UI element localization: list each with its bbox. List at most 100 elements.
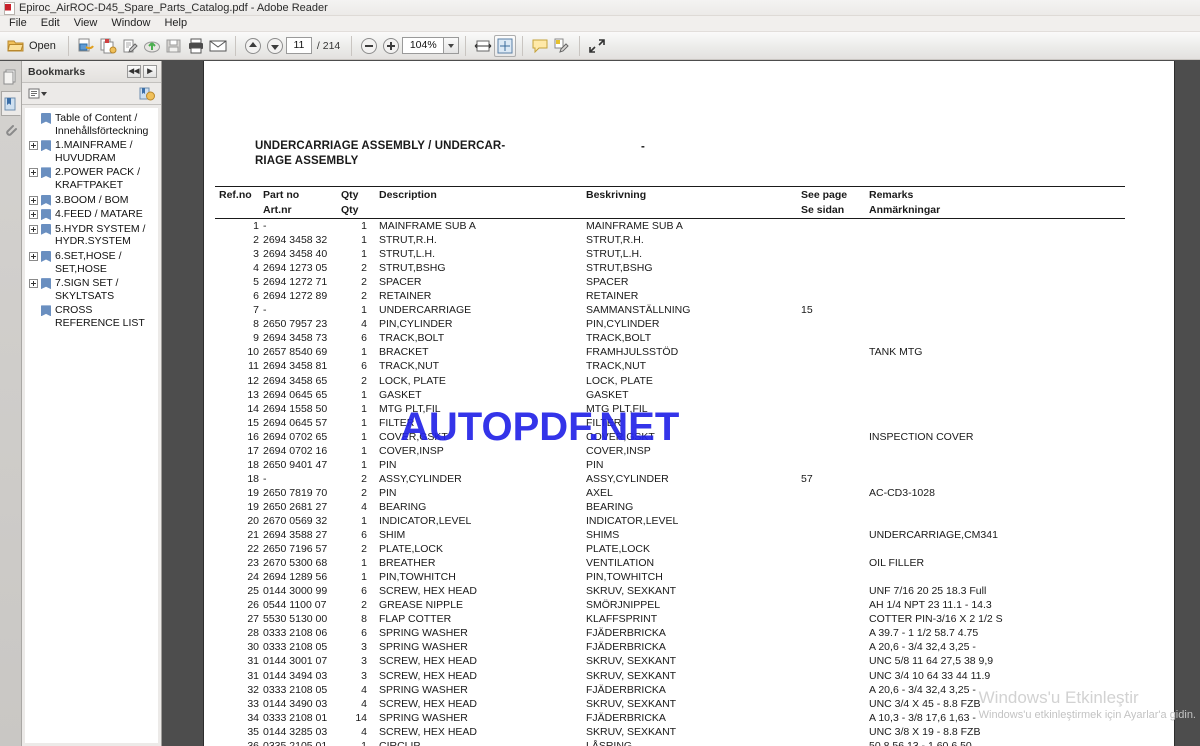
bookmark-item-feed[interactable]: 4.FEED / MATARE	[27, 207, 156, 222]
upload-cloud-button[interactable]	[141, 35, 163, 57]
bookmarks-list[interactable]: Table of Content / Innehållsförteckning …	[24, 107, 159, 744]
cell-qty: 1	[361, 458, 367, 471]
comment-tools-button[interactable]	[119, 35, 141, 57]
expand-plus-icon[interactable]	[29, 224, 38, 234]
cell-beskrivning: STRUT,BSHG	[586, 262, 653, 275]
cell-beskrivning: FRAMHJULSSTÖD	[586, 346, 679, 359]
bookmark-options-icon[interactable]	[28, 88, 48, 100]
highlight-text-button[interactable]	[551, 35, 573, 57]
cell-see-page	[801, 430, 869, 444]
cell-qty: 4	[361, 318, 367, 331]
bookmark-item-mainframe[interactable]: 1.MAINFRAME / HUVUDRAM	[27, 138, 156, 165]
print-button[interactable]	[185, 35, 207, 57]
cell-beskrivning: SMÖRJNIPPEL	[586, 599, 661, 612]
bookmark-icon	[41, 140, 51, 152]
expand-plus-icon[interactable]	[29, 168, 38, 178]
cell-see-page	[801, 289, 869, 303]
attachments-icon[interactable]	[1, 118, 21, 143]
previous-page-button[interactable]	[242, 35, 264, 57]
new-bookmark-icon[interactable]	[139, 87, 155, 101]
pdf-viewer[interactable]: UNDERCARRIAGE ASSEMBLY / UNDERCAR- RIAGE…	[162, 61, 1200, 746]
cell-beskrivning: PIN,TOWHITCH	[586, 571, 663, 584]
cell-beskrivning: FILTER	[586, 416, 622, 429]
open-file-label: Open	[29, 39, 56, 52]
create-pdf-button[interactable]	[75, 35, 97, 57]
cell-description: STRUT,R.H.	[379, 234, 437, 247]
bookmark-item-boom[interactable]: 3.BOOM / BOM	[27, 193, 156, 208]
bookmark-icon	[41, 250, 51, 262]
cell-ref-no: 10	[247, 346, 259, 359]
page-thumbnails-icon[interactable]	[1, 64, 21, 89]
cell-see-page	[801, 233, 869, 247]
navigation-pane-rail	[0, 61, 22, 746]
zoom-in-button[interactable]	[380, 35, 402, 57]
expand-plus-icon[interactable]	[29, 195, 38, 205]
table-row: 18 2650 9401 47 1 PIN PIN	[215, 458, 1125, 472]
bookmark-item-power-pack[interactable]: 2.POWER PACK / KRAFTPAKET	[27, 165, 156, 192]
cell-beskrivning: LÅSRING	[586, 739, 633, 746]
table-row: 11 2694 3458 81 6 TRACK,NUT TRACK,NUT	[215, 359, 1125, 373]
menu-edit[interactable]: Edit	[34, 16, 67, 31]
fit-page-button[interactable]	[494, 34, 517, 57]
cell-ref-no: 18	[247, 458, 259, 471]
cell-beskrivning: INDICATOR,LEVEL	[586, 514, 679, 527]
cell-ref-no: 19	[247, 500, 259, 513]
bookmark-icon	[41, 223, 51, 235]
page-number-input[interactable]: 11	[285, 37, 312, 54]
bookmark-item-cross-reference-list[interactable]: CROSS REFERENCE LIST	[27, 303, 156, 330]
read-mode-button[interactable]	[586, 35, 608, 57]
cell-see-page	[801, 556, 869, 570]
combine-files-button[interactable]	[97, 35, 119, 57]
fit-width-button[interactable]	[472, 35, 494, 57]
bookmark-item-sign-set[interactable]: 7.SIGN SET / SKYLTSATS	[27, 276, 156, 303]
bookmark-item-hydr-system[interactable]: 5.HYDR SYSTEM / HYDR.SYSTEM	[27, 222, 156, 249]
zoom-out-button[interactable]	[358, 35, 380, 57]
folder-open-icon	[7, 38, 25, 54]
bookmark-icon	[41, 194, 51, 206]
save-button[interactable]	[163, 35, 185, 57]
bookmark-item-table-of-content[interactable]: Table of Content / Innehållsförteckning	[27, 111, 156, 138]
menu-view[interactable]: View	[67, 16, 105, 31]
cell-part-no: 2694 3458 81	[263, 360, 328, 373]
zoom-dropdown-button[interactable]	[444, 37, 460, 54]
cell-description: SCREW, HEX HEAD	[379, 697, 478, 710]
cell-part-no: 2694 1558 50	[263, 402, 328, 415]
cell-beskrivning: FJÄDERBRICKA	[586, 711, 666, 724]
expand-plus-icon[interactable]	[29, 141, 38, 151]
cell-see-page	[801, 640, 869, 654]
expand-plus-icon[interactable]	[29, 251, 38, 261]
cell-remarks: UNC 3/4 10 64 33 44 11.9	[869, 669, 991, 682]
expand-pane-button[interactable]: ▶	[143, 65, 157, 78]
cell-qty: 1	[361, 739, 367, 746]
menu-window[interactable]: Window	[104, 16, 157, 31]
cell-beskrivning: PIN	[586, 458, 604, 471]
bookmark-item-set-hose[interactable]: 6.SET,HOSE / SET,HOSE	[27, 249, 156, 276]
table-row: 36 0335 2105 01 1 CIRCLIP LÅSRING 50.8 56.13 …	[215, 739, 1125, 746]
expand-plus-icon[interactable]	[29, 279, 38, 289]
header-blank	[215, 203, 263, 217]
cell-ref-no: 23	[247, 557, 259, 570]
menu-help[interactable]: Help	[157, 16, 194, 31]
cell-description: BREATHER	[379, 557, 436, 570]
open-file-button[interactable]: Open	[4, 35, 62, 57]
cell-beskrivning: MAINFRAME SUB A	[586, 220, 683, 232]
bookmarks-icon[interactable]	[0, 91, 21, 116]
comment-button[interactable]	[529, 35, 551, 57]
cell-qty: 1	[361, 416, 367, 429]
cell-description: COVER,INSP	[379, 444, 444, 457]
zoom-level-input[interactable]: 104%	[402, 37, 445, 54]
expand-plus-icon[interactable]	[29, 210, 38, 220]
toolbar-separator	[579, 35, 581, 56]
table-row: 13 2694 0645 65 1 GASKET GASKET	[215, 388, 1125, 402]
collapse-pane-button[interactable]: ◀◀	[127, 65, 141, 78]
bookmark-label: 7.SIGN SET / SKYLTSATS	[55, 277, 119, 302]
cell-part-no: 2650 7819 70	[263, 486, 328, 499]
cell-beskrivning: MTG PLT,FIL	[586, 402, 648, 415]
cell-see-page	[801, 345, 869, 359]
cell-beskrivning: TRACK,NUT	[586, 360, 647, 373]
email-button[interactable]	[207, 35, 229, 57]
next-page-button[interactable]	[264, 35, 286, 57]
pdf-page: UNDERCARRIAGE ASSEMBLY / UNDERCAR- RIAGE…	[204, 61, 1174, 746]
cell-see-page: 57	[801, 472, 813, 485]
menu-file[interactable]: File	[2, 16, 34, 31]
